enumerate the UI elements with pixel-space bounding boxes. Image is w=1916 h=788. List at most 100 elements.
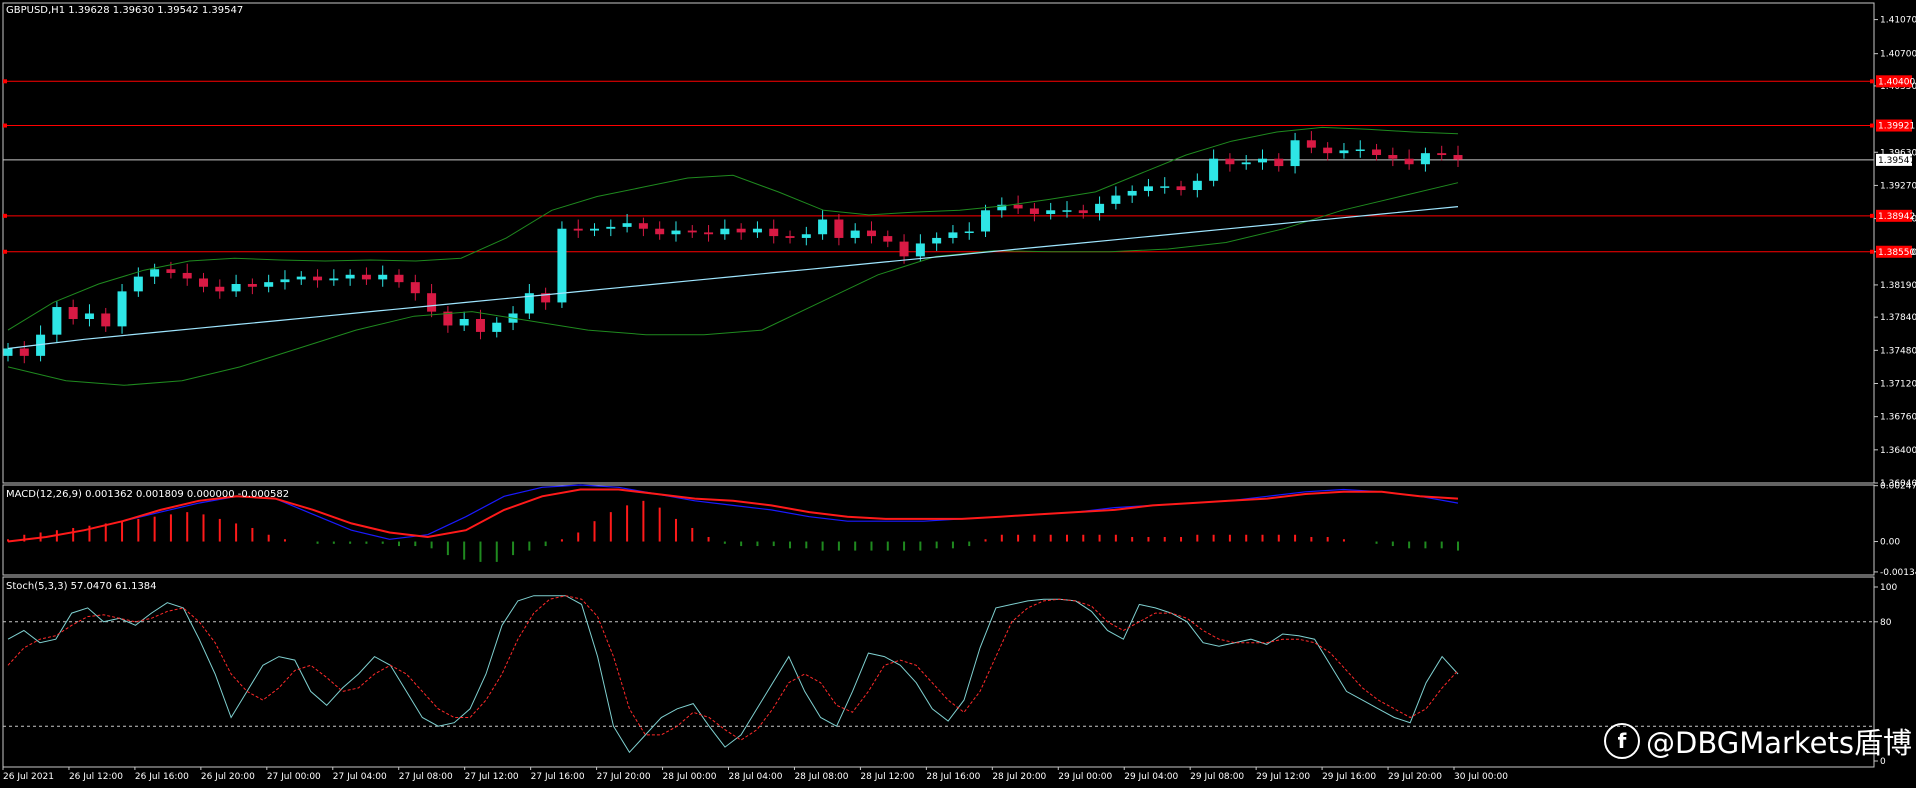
candle-body (410, 282, 420, 294)
candle-body (573, 228, 583, 231)
panel-frame-2 (2, 576, 1875, 768)
candle-body (752, 228, 762, 233)
price-tick-label: 1.37480 (1880, 346, 1916, 356)
moving-average-line (7, 206, 1459, 350)
candle-body (1192, 180, 1202, 191)
candle-body (1095, 203, 1105, 214)
price-level-label: 1.38942 (1878, 212, 1915, 222)
price-level-label: 1.40400 (1878, 77, 1915, 87)
candle-body (101, 313, 111, 327)
candle-body (1290, 140, 1300, 167)
candle-body (329, 278, 339, 281)
candle-body (1013, 204, 1023, 209)
candle-body (1078, 210, 1088, 214)
price-level-marker-left (3, 123, 7, 128)
price-level-marker-left (3, 213, 7, 218)
stoch-title: Stoch(5,3,3) 57.0470 61.1384 (6, 581, 157, 592)
time-tick-label: 27 Jul 20:00 (597, 772, 651, 782)
candle-body (1355, 149, 1365, 151)
time-tick-label: 27 Jul 12:00 (465, 772, 519, 782)
time-tick-label: 29 Jul 04:00 (1124, 772, 1178, 782)
time-tick-label: 27 Jul 00:00 (267, 772, 321, 782)
candle-body (590, 228, 600, 231)
time-tick-label: 28 Jul 12:00 (860, 772, 914, 782)
stoch-main-line (7, 595, 1459, 754)
candle-body (1274, 158, 1284, 167)
candle-body (948, 232, 958, 238)
time-tick-label: 28 Jul 20:00 (992, 772, 1046, 782)
candle-body (736, 228, 746, 233)
candle-body (1306, 140, 1316, 148)
price-level-label: 1.39921 (1878, 122, 1915, 132)
candle-body (1257, 158, 1267, 163)
candle-body (296, 276, 306, 280)
candle-body (84, 313, 94, 320)
candle-body (1143, 186, 1153, 191)
candle-body (1339, 150, 1349, 154)
candle-body (1437, 153, 1447, 156)
candle-body (801, 234, 811, 238)
candle-body (964, 231, 974, 233)
candle-body (68, 307, 78, 320)
candle-body (1225, 158, 1235, 165)
candle-body (1241, 162, 1251, 165)
candle-body (1160, 186, 1170, 188)
candle-body (785, 236, 795, 238)
candle-body (622, 223, 632, 227)
stoch-tick-label: 100 (1880, 583, 1897, 593)
candle-body (1323, 147, 1333, 154)
candle-body (133, 276, 143, 292)
candle-body (19, 348, 29, 356)
time-tick-label: 28 Jul 00:00 (663, 772, 717, 782)
candle-body (182, 272, 192, 279)
macd-tick-label: 0.00247 (1880, 482, 1916, 492)
price-tick-label: 1.37120 (1880, 379, 1916, 389)
bollinger-upper-band (7, 126, 1459, 331)
chart-canvas: 1.410701.407001.403501.396301.392701.389… (2, 2, 1916, 782)
candle-body (1209, 158, 1219, 181)
macd-tick-label: 0.00 (1880, 538, 1900, 548)
time-tick-label: 26 Jul 16:00 (135, 772, 189, 782)
time-tick-label: 26 Jul 20:00 (201, 772, 255, 782)
candle-body (313, 276, 323, 281)
time-tick-label: 29 Jul 20:00 (1388, 772, 1442, 782)
candle-body (704, 232, 714, 235)
time-tick-label: 29 Jul 12:00 (1256, 772, 1310, 782)
candle-body (671, 230, 681, 235)
candle-body (1127, 190, 1137, 196)
candle-body (199, 278, 209, 287)
candle-body (557, 228, 567, 303)
candle-body (638, 223, 648, 229)
candle-body (720, 228, 730, 235)
time-tick-label: 26 Jul 2021 (3, 772, 54, 782)
price-level-marker-right (1870, 123, 1874, 128)
candle-body (1453, 155, 1463, 160)
price-level-marker-right (1870, 249, 1874, 254)
time-tick-label: 28 Jul 08:00 (794, 772, 848, 782)
time-tick-label: 29 Jul 16:00 (1322, 772, 1376, 782)
price-tick-label: 1.41070 (1880, 16, 1916, 26)
price-tick-label: 1.37840 (1880, 313, 1916, 323)
time-tick-label: 26 Jul 12:00 (69, 772, 123, 782)
time-tick-label: 27 Jul 04:00 (333, 772, 387, 782)
candle-body (915, 243, 925, 257)
candle-body (264, 282, 274, 287)
price-tick-label: 1.39270 (1880, 181, 1916, 191)
price-level-marker-left (3, 79, 7, 84)
price-level-marker-right (1870, 213, 1874, 218)
macd-tick-label: -0.001344 (1880, 568, 1916, 578)
candle-body (932, 237, 942, 244)
candle-body (687, 230, 697, 233)
candle-body (883, 236, 893, 242)
weibo-logo-icon: f (1604, 723, 1640, 759)
time-tick-label: 30 Jul 00:00 (1454, 772, 1508, 782)
candle-body (492, 322, 502, 332)
price-tick-label: 1.36760 (1880, 413, 1916, 423)
candle-body (427, 293, 437, 312)
candle-body (52, 307, 62, 335)
candle-body (769, 228, 779, 237)
candle-body (247, 283, 257, 287)
candle-body (1062, 210, 1072, 212)
price-level-marker-left (3, 249, 7, 254)
candle-body (981, 210, 991, 232)
